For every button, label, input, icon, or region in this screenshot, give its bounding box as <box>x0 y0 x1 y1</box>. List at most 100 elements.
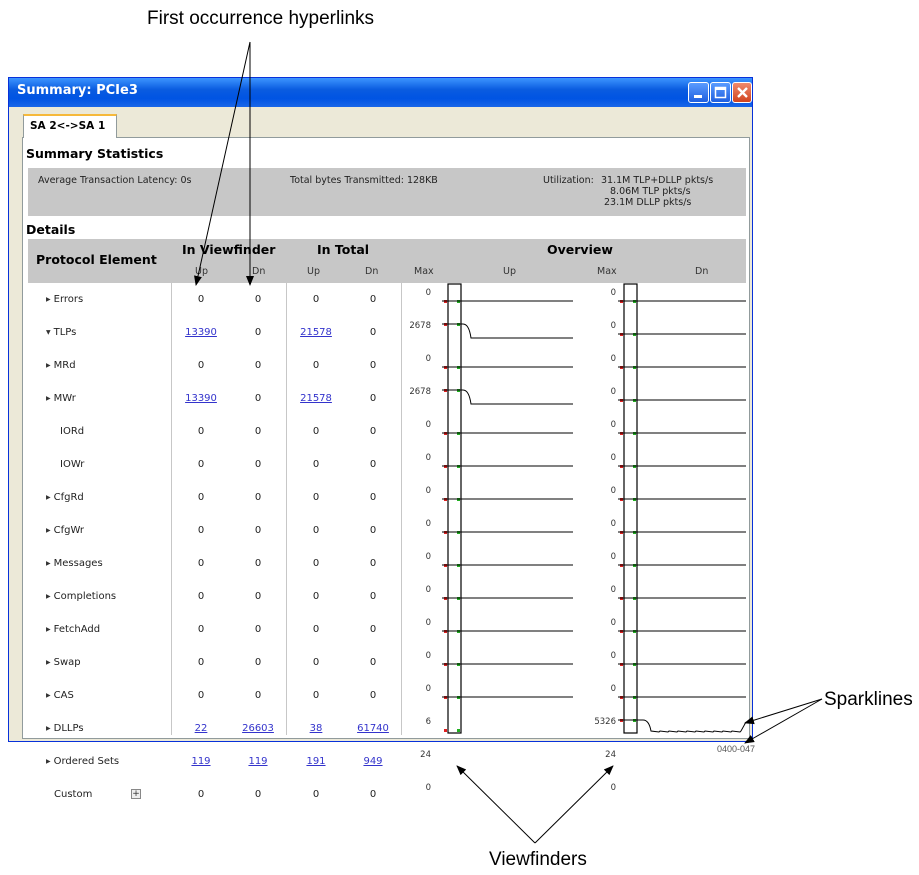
count-value: 0 <box>197 525 205 536</box>
first-occurrence-link[interactable]: 61740 <box>345 723 401 734</box>
first-occurrence-link[interactable]: 13390 <box>173 393 229 404</box>
table-row[interactable]: ▶ Errors 0 0 0 0 0 0 <box>28 284 746 317</box>
title-bar[interactable]: Summary: PCIe3 <box>9 78 752 107</box>
table-row[interactable]: ▶ Swap 0 0 0 0 0 0 <box>28 647 746 680</box>
max-up-value: 2678 <box>409 387 431 397</box>
row-label: ▶ FetchAdd <box>46 624 100 635</box>
first-occurrence-link[interactable]: 26603 <box>230 723 286 734</box>
close-button[interactable] <box>732 82 752 103</box>
max-up-value: 0 <box>425 420 431 430</box>
max-up-value: 0 <box>425 486 431 496</box>
expand-arrow-icon[interactable]: ▶ <box>46 395 51 402</box>
max-dn-value: 0 <box>610 486 616 496</box>
first-occurrence-link[interactable]: 191 <box>288 756 344 767</box>
count-value: 0 <box>197 459 205 470</box>
row-label: ▶ Swap <box>46 657 81 668</box>
table-row[interactable]: IOWr 0 0 0 0 0 0 <box>28 449 746 482</box>
table-row[interactable]: IORd 0 0 0 0 0 0 <box>28 416 746 449</box>
max-up-value: 0 <box>425 585 431 595</box>
utilization-tlp: 8.06M TLP pkts/s <box>610 186 691 197</box>
count-value: 0 <box>369 591 377 602</box>
count-value: 0 <box>312 525 320 536</box>
row-label-text: Errors <box>53 294 84 305</box>
maximize-button[interactable] <box>710 82 731 103</box>
count-value: 0 <box>369 360 377 371</box>
row-label-text: Custom <box>54 789 93 800</box>
max-up-value: 0 <box>425 354 431 364</box>
expand-arrow-icon[interactable]: ▶ <box>46 626 51 633</box>
first-occurrence-link[interactable]: 119 <box>230 756 286 767</box>
table-row[interactable]: ▶ Messages 0 0 0 0 0 0 <box>28 548 746 581</box>
max-up-value: 0 <box>425 684 431 694</box>
expand-arrow-icon[interactable]: ▶ <box>46 725 51 732</box>
expand-arrow-icon[interactable]: ▶ <box>46 494 51 501</box>
table-row[interactable]: ▶ MWr 13390 0 21578 0 2678 0 <box>28 383 746 416</box>
row-label: ▶ CfgWr <box>46 525 84 536</box>
count-value: 0 <box>369 690 377 701</box>
expand-arrow-icon[interactable]: ▶ <box>46 692 51 699</box>
table-row[interactable]: ▶ DLLPs 22 26603 38 61740 6 5326 <box>28 713 746 746</box>
tab-sa2-sa1[interactable]: SA 2<->SA 1 <box>23 114 117 138</box>
count-value: 0 <box>197 492 205 503</box>
count-value: 0 <box>197 624 205 635</box>
expand-arrow-icon[interactable]: ▶ <box>46 296 51 303</box>
count-value: 0 <box>254 624 262 635</box>
expand-arrow-icon[interactable]: ▶ <box>46 758 51 765</box>
count-value: 0 <box>312 591 320 602</box>
count-value: 0 <box>197 360 205 371</box>
max-dn-value: 0 <box>610 321 616 331</box>
max-dn-value: 0 <box>610 618 616 628</box>
expand-arrow-icon[interactable]: ▶ <box>46 593 51 600</box>
max-dn-value: 0 <box>610 453 616 463</box>
row-label: IOWr <box>60 459 84 470</box>
count-value: 0 <box>254 657 262 668</box>
row-label: ▶ DLLPs <box>46 723 84 734</box>
count-value: 0 <box>369 789 377 800</box>
expand-arrow-icon[interactable]: ▶ <box>46 362 51 369</box>
expand-arrow-icon[interactable]: ▶ <box>46 560 51 567</box>
count-value: 0 <box>312 624 320 635</box>
first-occurrence-link[interactable]: 38 <box>288 723 344 734</box>
first-occurrence-link[interactable]: 22 <box>173 723 229 734</box>
table-row[interactable]: ▶ Completions 0 0 0 0 0 0 <box>28 581 746 614</box>
first-occurrence-link[interactable]: 21578 <box>288 327 344 338</box>
max-up-value: 0 <box>425 453 431 463</box>
collapse-arrow-icon[interactable]: ▼ <box>46 329 51 336</box>
summary-statistics-bar: Average Transaction Latency: 0s Total by… <box>28 168 746 216</box>
first-occurrence-link[interactable]: 21578 <box>288 393 344 404</box>
row-label-text: CfgWr <box>53 525 85 536</box>
table-row[interactable]: ▶ CfgRd 0 0 0 0 0 0 <box>28 482 746 515</box>
first-occurrence-link[interactable]: 949 <box>345 756 401 767</box>
expand-arrow-icon[interactable]: ▶ <box>46 527 51 534</box>
utilization-dllp: 23.1M DLLP pkts/s <box>604 197 692 208</box>
count-value: 0 <box>197 690 205 701</box>
table-row[interactable]: ▶ CAS 0 0 0 0 0 0 <box>28 680 746 713</box>
max-dn-value: 0 <box>610 519 616 529</box>
count-value: 0 <box>369 426 377 437</box>
count-value: 0 <box>369 558 377 569</box>
count-value: 0 <box>369 657 377 668</box>
max-dn-value: 0 <box>610 354 616 364</box>
utilization-total: 31.1M TLP+DLLP pkts/s <box>601 175 714 186</box>
count-value: 0 <box>197 657 205 668</box>
first-occurrence-link[interactable]: 119 <box>173 756 229 767</box>
table-row[interactable]: ▶ CfgWr 0 0 0 0 0 0 <box>28 515 746 548</box>
count-value: 0 <box>254 459 262 470</box>
table-row[interactable]: ▼ TLPs 13390 0 21578 0 2678 0 <box>28 317 746 350</box>
table-row[interactable]: ▶ FetchAdd 0 0 0 0 0 0 <box>28 614 746 647</box>
row-label-text: IORd <box>60 426 85 437</box>
expand-arrow-icon[interactable]: ▶ <box>46 659 51 666</box>
max-dn-value: 5326 <box>594 717 616 727</box>
row-label: ▶ MRd <box>46 360 76 371</box>
table-row[interactable]: ▶ Ordered Sets 119 119 191 949 24 24 <box>28 746 746 779</box>
minimize-icon <box>694 95 702 98</box>
table-row[interactable]: ▶ MRd 0 0 0 0 0 0 <box>28 350 746 383</box>
minimize-button[interactable] <box>688 82 709 103</box>
add-custom-icon[interactable]: + <box>131 789 141 799</box>
tab-panel: Summary Statistics Average Transaction L… <box>22 137 750 800</box>
annotation-sparklines: Sparklines <box>824 689 913 710</box>
first-occurrence-link[interactable]: 13390 <box>173 327 229 338</box>
max-up-value: 0 <box>425 519 431 529</box>
max-dn-value: 0 <box>610 585 616 595</box>
table-row[interactable]: Custom +0 0 0 0 0 0 <box>28 779 746 812</box>
